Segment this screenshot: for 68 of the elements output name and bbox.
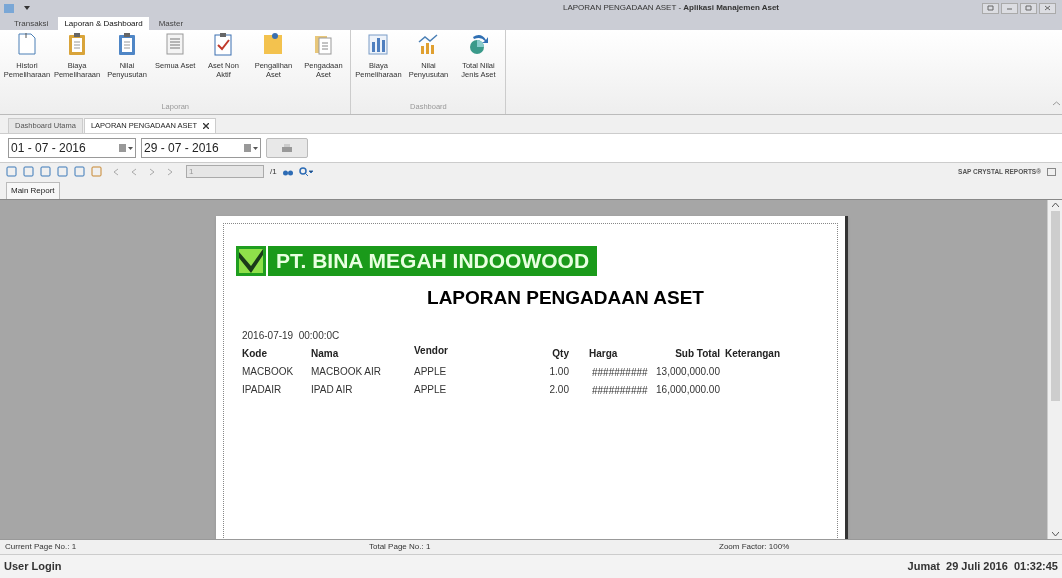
column-header: Qty bbox=[551, 347, 569, 361]
window-title: LAPORAN PENGADAAN ASET - Aplikasi Manajemen Aset bbox=[562, 2, 780, 14]
company-logo-icon bbox=[236, 246, 266, 276]
app-icon bbox=[4, 3, 14, 13]
calendar-icon bbox=[119, 144, 133, 152]
column-header: Nama bbox=[311, 347, 340, 361]
calendar-icon bbox=[244, 144, 258, 152]
ribbon-tab[interactable]: Laporan & Dashboard bbox=[58, 17, 149, 30]
dropdown-icon bbox=[24, 6, 30, 10]
table-cell-text: 2.00 bbox=[548, 383, 569, 397]
zoom-icon[interactable] bbox=[298, 166, 313, 177]
close-button[interactable] bbox=[1039, 2, 1056, 14]
print-button[interactable] bbox=[266, 138, 308, 158]
table-cell-text: APPLE bbox=[414, 383, 448, 397]
previous-page-icon[interactable] bbox=[130, 167, 138, 176]
table-cell-text: ########## bbox=[592, 384, 649, 398]
fullscreen-button[interactable] bbox=[982, 2, 999, 14]
column-header: Sub Total bbox=[674, 347, 720, 361]
column-header: Keterangan bbox=[725, 347, 781, 361]
date-time: Jumat 29 Juli 2016 01:32:45 bbox=[907, 559, 1058, 575]
close-icon bbox=[1044, 5, 1051, 11]
table-cell-text: ########## bbox=[592, 366, 649, 380]
chart-icon bbox=[417, 32, 440, 56]
close-icon bbox=[203, 123, 210, 129]
next-page-icon[interactable] bbox=[148, 167, 156, 176]
panel-icon[interactable] bbox=[1047, 167, 1056, 176]
table-cell-text: 1.00 bbox=[548, 365, 569, 379]
document-icon bbox=[16, 32, 38, 56]
table-cell-text: MACBOOK bbox=[242, 365, 295, 379]
collapse-icon bbox=[1053, 101, 1060, 106]
checklist-icon bbox=[212, 32, 235, 56]
report-date: 2016-07-19 00:00:0C bbox=[242, 329, 340, 343]
column-header: Harga bbox=[589, 347, 619, 361]
clipboard-icon bbox=[66, 32, 88, 56]
minimize-button[interactable] bbox=[1001, 2, 1018, 14]
report-tab[interactable]: Main Report bbox=[6, 182, 60, 199]
scroll-down-icon bbox=[1051, 532, 1059, 537]
table-cell-text: MACBOOK AIR bbox=[311, 365, 382, 379]
report-title: LAPORAN PENGADAAN ASET bbox=[426, 286, 705, 310]
last-page-icon[interactable] bbox=[166, 167, 174, 176]
user-login-label: User Login bbox=[4, 559, 62, 575]
column-header: Kode bbox=[242, 347, 268, 361]
table-cell-text: IPAD AIR bbox=[311, 383, 354, 397]
date-picker[interactable]: 29 - 07 - 2016 bbox=[141, 138, 261, 158]
notepad-icon bbox=[262, 32, 285, 56]
date-picker[interactable]: 01 - 07 - 2016 bbox=[8, 138, 136, 158]
total-page: Total Page No.: 1 bbox=[369, 541, 432, 553]
table-cell-text: 16,000,000.00 bbox=[656, 383, 720, 397]
vertical-scrollbar[interactable] bbox=[1047, 200, 1062, 539]
clipboard-icon bbox=[116, 32, 138, 56]
ribbon-tab[interactable]: Transaksi bbox=[8, 17, 55, 30]
company-banner: PT. BINA MEGAH INDOOWOOD bbox=[268, 246, 598, 276]
zoom-factor: Zoom Factor: 100% bbox=[719, 541, 790, 553]
bar-chart-icon bbox=[367, 32, 390, 56]
page-total: /1 bbox=[270, 165, 277, 178]
first-page-icon[interactable] bbox=[112, 167, 120, 176]
restore-button[interactable] bbox=[1020, 2, 1037, 14]
scroll-up-icon bbox=[1051, 202, 1059, 207]
printer-icon bbox=[281, 142, 293, 154]
table-cell-text: IPADAIR bbox=[242, 383, 283, 397]
column-header: Vendor bbox=[414, 344, 449, 358]
table-cell-text: 13,000,000.00 bbox=[656, 365, 720, 379]
spreadsheet-icon bbox=[164, 32, 187, 56]
pie-chart-icon bbox=[467, 32, 490, 56]
minimize-icon bbox=[1006, 5, 1013, 11]
current-page: Current Page No.: 1 bbox=[5, 541, 78, 553]
ribbon-tab[interactable]: Master bbox=[152, 17, 190, 30]
table-cell-text: APPLE bbox=[414, 365, 448, 379]
